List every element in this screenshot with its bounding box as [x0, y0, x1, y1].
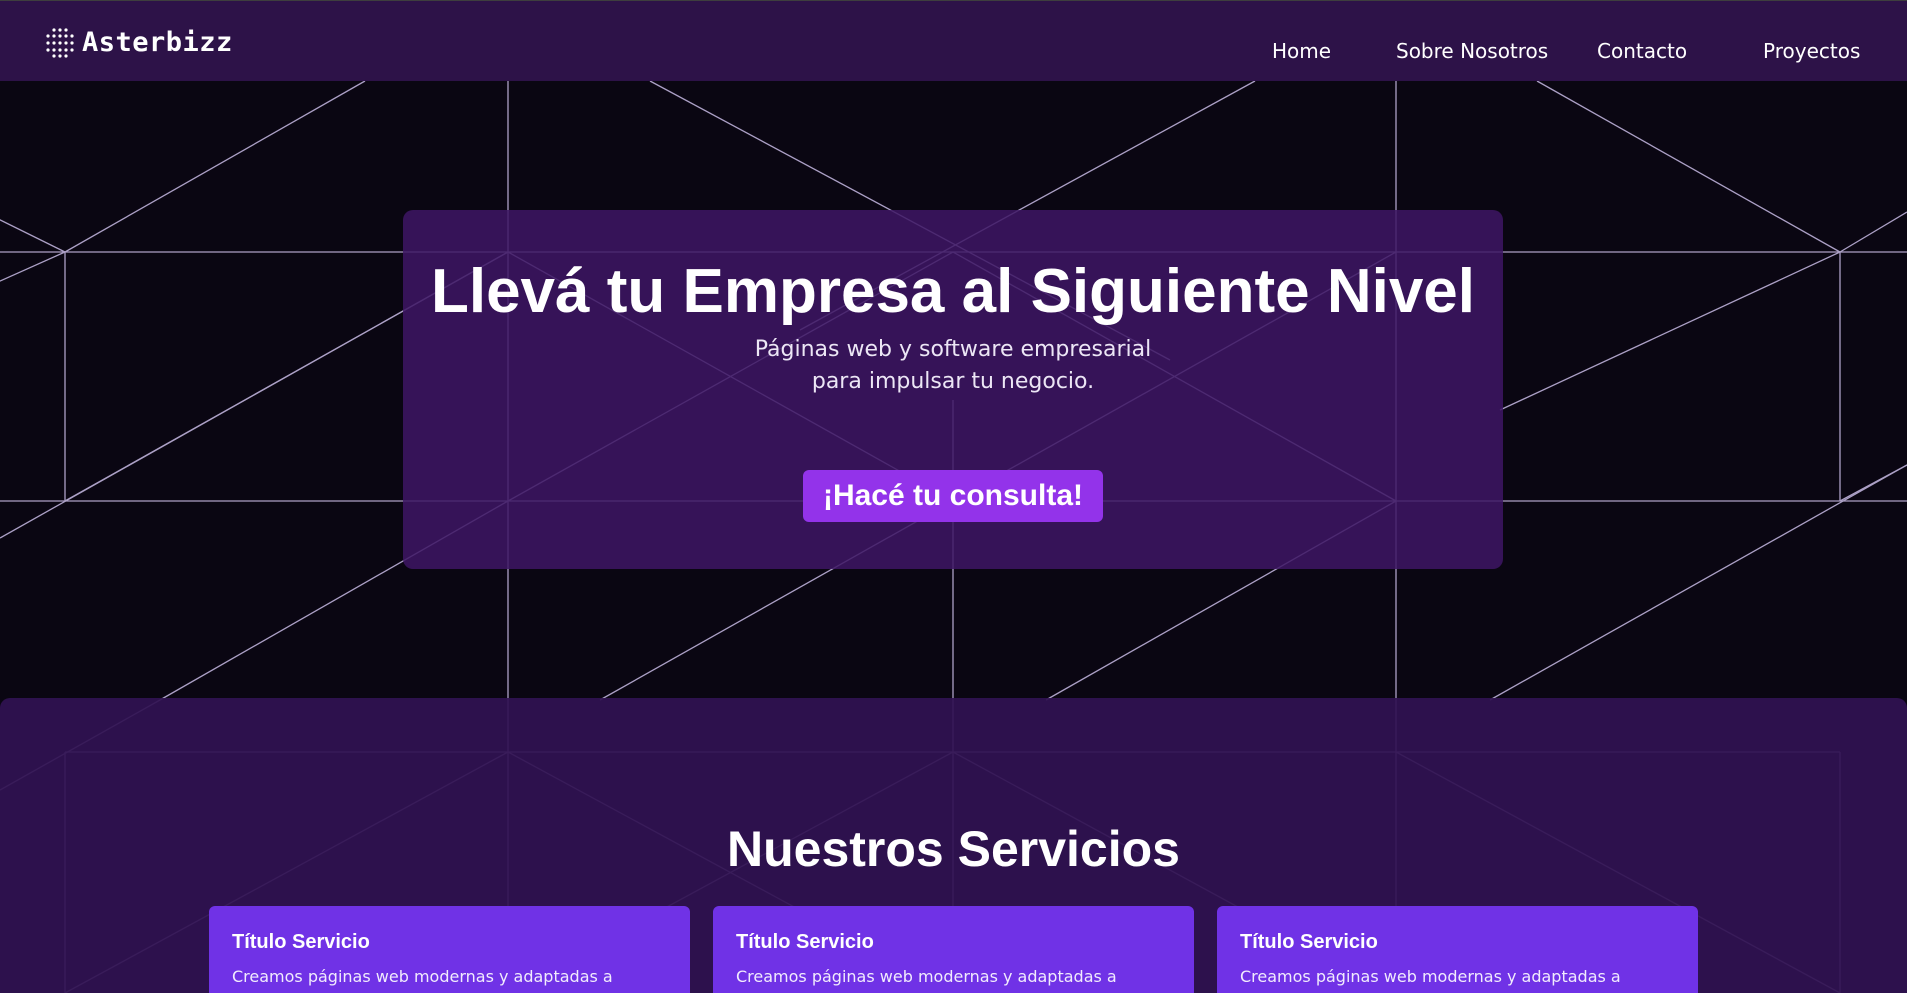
nav-link-home[interactable]: Home: [1272, 39, 1331, 63]
service-card-description: Creamos páginas web modernas y adaptadas…: [232, 967, 613, 986]
hero-subtitle-line-2: para impulsar tu negocio.: [811, 369, 1095, 394]
consult-cta-button[interactable]: ¡Hacé tu consulta!: [803, 470, 1103, 522]
hero-subtitle-line-1: Páginas web y software empresarial: [754, 337, 1152, 362]
service-card-title: Título Servicio: [232, 931, 370, 953]
services-section: Nuestros Servicios Título Servicio Cream…: [0, 698, 1907, 993]
service-card-description: Creamos páginas web modernas y adaptadas…: [1240, 967, 1621, 986]
service-card-description: Creamos páginas web modernas y adaptadas…: [736, 967, 1117, 986]
page: Asterbizz Home Sobre Nosotros Contacto P…: [0, 0, 1907, 993]
main-nav: Home Sobre Nosotros Contacto Proyectos: [0, 39, 1907, 63]
top-navbar: Asterbizz Home Sobre Nosotros Contacto P…: [0, 0, 1907, 81]
nav-link-sobre-nosotros[interactable]: Sobre Nosotros: [1396, 39, 1548, 63]
services-title: Nuestros Servicios: [727, 821, 1180, 877]
nav-link-contacto[interactable]: Contacto: [1597, 39, 1687, 63]
service-card-title: Título Servicio: [736, 931, 874, 953]
hero-card: Llevá tu Empresa al Siguiente Nivel Pági…: [403, 210, 1503, 569]
nav-link-proyectos[interactable]: Proyectos: [1763, 39, 1860, 63]
service-card[interactable]: Título Servicio Creamos páginas web mode…: [209, 906, 690, 993]
service-card-title: Título Servicio: [1240, 931, 1378, 953]
service-card[interactable]: Título Servicio Creamos páginas web mode…: [713, 906, 1194, 993]
hero-title: Llevá tu Empresa al Siguiente Nivel: [430, 257, 1476, 326]
service-card[interactable]: Título Servicio Creamos páginas web mode…: [1217, 906, 1698, 993]
hero-subtitle: Páginas web y software empresarial para …: [403, 334, 1503, 398]
